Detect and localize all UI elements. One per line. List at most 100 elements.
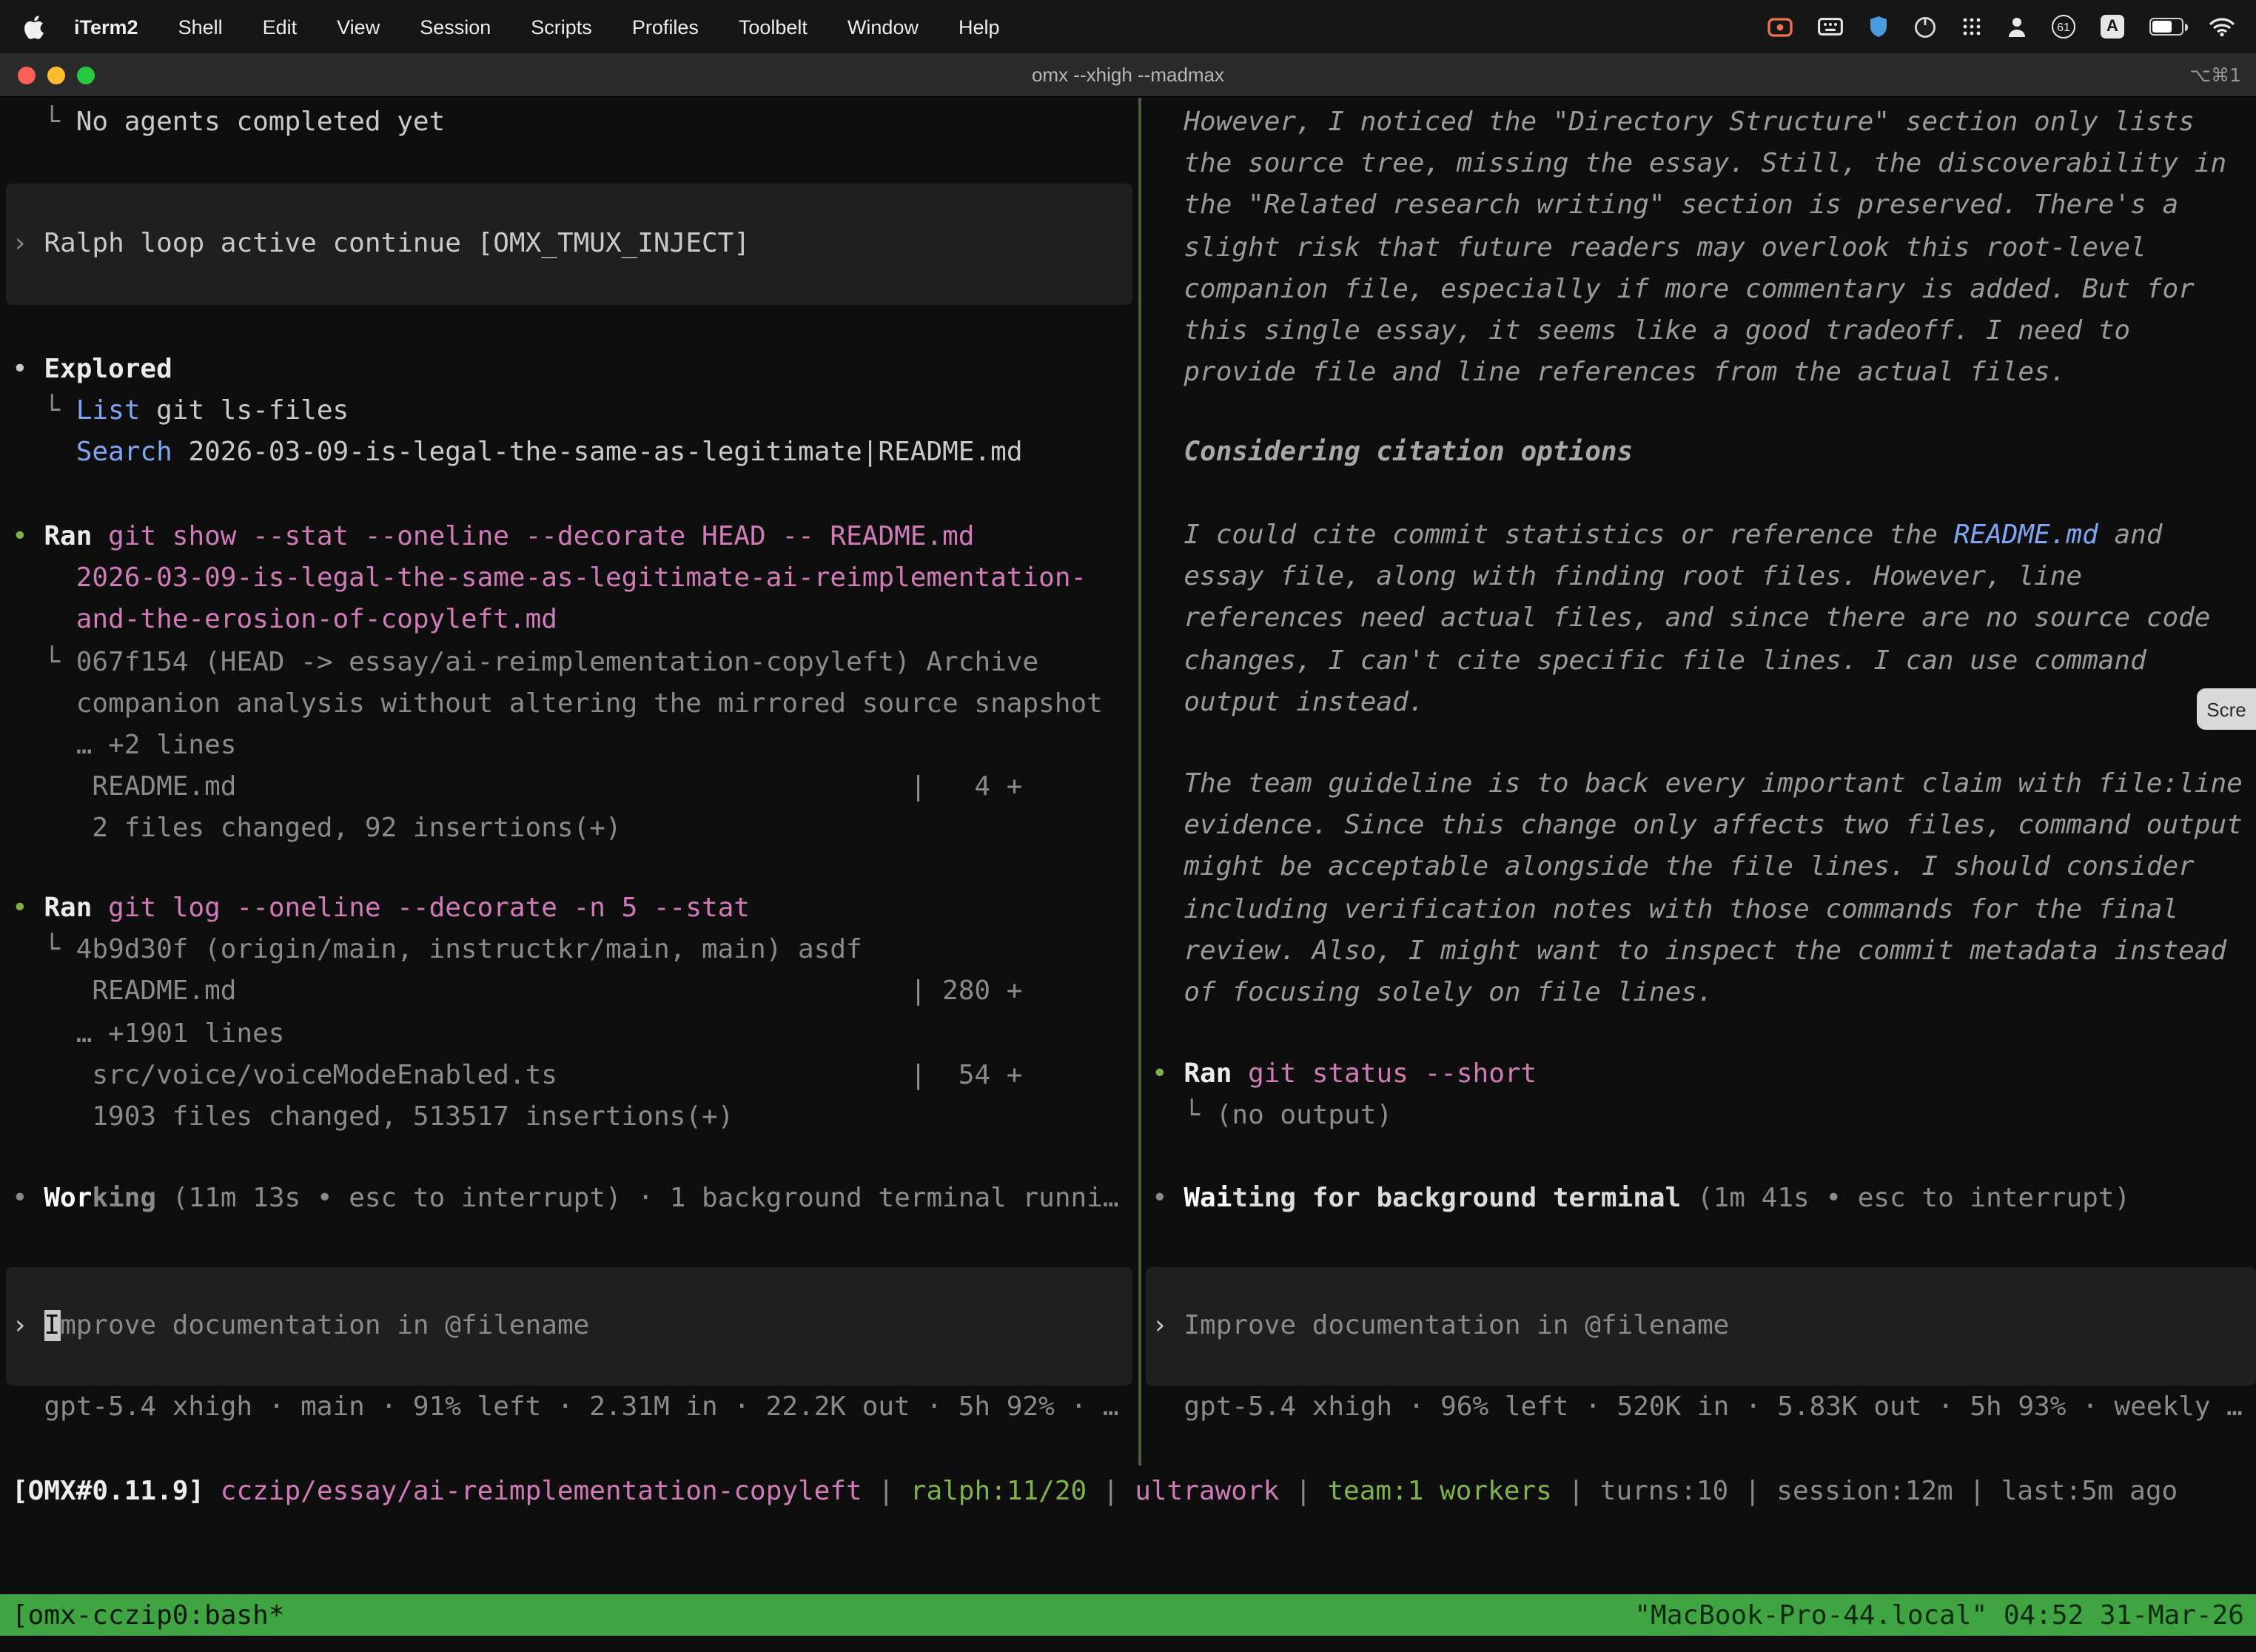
terminal-line: Search 2026-03-09-is-legal-the-same-as-l… (12, 433, 1131, 474)
terminal-line: … +2 lines (12, 725, 1131, 767)
menu-item-edit[interactable]: Edit (263, 16, 298, 38)
prompt-input[interactable]: › Improve documentation in @filename (1146, 1267, 2256, 1386)
explored-block: • Explored └ List git ls-files Search 20… (12, 349, 1131, 474)
terminal-line: └ No agents completed yet (12, 102, 1131, 144)
git-show-block: • Ran git show --stat --oneline --decora… (12, 517, 1131, 850)
traffic-lights (18, 66, 95, 84)
menu-item-view[interactable]: View (337, 16, 380, 38)
terminal-line: output instead. (1152, 682, 2256, 724)
terminal-line: might be acceptable alongside the file l… (1152, 847, 2256, 889)
agents-status-line: └ No agents completed yet (12, 102, 1131, 144)
menu-item-window[interactable]: Window (847, 16, 919, 38)
knob-icon[interactable] (1914, 16, 1936, 38)
screen-recording-icon[interactable] (1767, 17, 1793, 36)
gauge-icon[interactable]: 61 (2052, 15, 2075, 38)
menu-item-shell[interactable]: Shell (178, 16, 223, 38)
menu-item-scripts[interactable]: Scripts (531, 16, 592, 38)
prompt-input[interactable]: › Improve documentation in @filename (6, 1267, 1132, 1386)
terminal-line: essay file, along with finding root file… (1152, 557, 2256, 598)
terminal-line: README.md | 280 + (12, 972, 1131, 1013)
keyboard-icon[interactable] (1818, 18, 1843, 36)
terminal-line: However, I noticed the "Directory Struct… (1152, 102, 2256, 144)
wifi-icon[interactable] (2209, 17, 2235, 36)
menu-item-session[interactable]: Session (420, 16, 491, 38)
omx-status-line: [OMX#0.11.9] cczip/essay/ai-reimplementa… (12, 1471, 2250, 1513)
terminal-line: └ 067f154 (HEAD -> essay/ai-reimplementa… (12, 642, 1131, 683)
terminal-line: 2026-03-09-is-legal-the-same-as-legitima… (12, 558, 1131, 600)
battery-icon[interactable] (2149, 19, 2183, 36)
terminal-line: › Improve documentation in @filename (1152, 1306, 2256, 1347)
terminal-line: └ (no output) (1152, 1095, 2256, 1137)
terminal-line: the source tree, missing the essay. Stil… (1152, 144, 2256, 185)
waiting-status-line: • Waiting for background terminal (1m 41… (1152, 1178, 2256, 1220)
terminal-line: companion file, especially if more comme… (1152, 269, 2256, 311)
terminal-line: gpt-5.4 xhigh · 96% left · 520K in · 5.8… (1152, 1387, 2256, 1428)
close-button[interactable] (18, 66, 36, 84)
window-shortcut-badge: ⌥⌘1 (2189, 64, 2241, 86)
terminal-line: • Ran git log --oneline --decorate -n 5 … (12, 888, 1131, 930)
terminal-line: • Ran git show --stat --oneline --decora… (12, 517, 1131, 558)
menu-item-help[interactable]: Help (959, 16, 1000, 38)
session-status-line: gpt-5.4 xhigh · 96% left · 520K in · 5.8… (1152, 1387, 2256, 1428)
tmux-host-clock: "MacBook-Pro-44.local" 04:52 31-Mar-26 (1634, 1599, 2244, 1631)
thinking-paragraph: I could cite commit statistics or refere… (1152, 515, 2256, 724)
working-status-line: • Working (11m 13s • esc to interrupt) ·… (12, 1178, 1131, 1220)
menu-item-iterm2[interactable]: iTerm2 (74, 16, 138, 38)
terminal-line: including verification notes with those … (1152, 889, 2256, 930)
shield-icon[interactable] (1868, 15, 1889, 38)
terminal-line: this single essay, it seems like a good … (1152, 311, 2256, 352)
terminal-line: └ List git ls-files (12, 391, 1131, 432)
terminal-line: … +1901 lines (12, 1013, 1131, 1055)
terminal-line: • Ran git status --short (1152, 1054, 2256, 1095)
zoom-button[interactable] (77, 66, 95, 84)
thinking-paragraph: However, I noticed the "Directory Struct… (1152, 102, 2256, 394)
terminal-line: • Explored (12, 349, 1131, 391)
terminal-line: • Working (11m 13s • esc to interrupt) ·… (12, 1178, 1131, 1220)
terminal-line: companion analysis without altering the … (12, 684, 1131, 725)
session-status-line: gpt-5.4 xhigh · main · 91% left · 2.31M … (12, 1387, 1131, 1428)
menu-bar-status-icons: 61 A (1767, 15, 2256, 38)
screen: iTerm2 Shell Edit View Session Scripts P… (0, 0, 2256, 1652)
terminal-line: references need actual files, and since … (1152, 599, 2256, 640)
window-titlebar[interactable]: omx --xhigh --madmax ⌥⌘1 (0, 53, 2256, 98)
screen-share-edge-button[interactable]: Scre (2197, 688, 2256, 730)
terminal-line: › Ralph loop active continue [OMX_TMUX_I… (12, 224, 1132, 265)
person-icon[interactable] (2007, 16, 2027, 38)
apple-menu-icon[interactable] (24, 14, 44, 39)
terminal-line: provide file and line references from th… (1152, 352, 2256, 394)
git-log-block: • Ran git log --oneline --decorate -n 5 … (12, 888, 1131, 1138)
terminal-line: › Improve documentation in @filename (12, 1306, 1132, 1347)
gauge-value: 61 (2057, 20, 2070, 33)
terminal-line: gpt-5.4 xhigh · main · 91% left · 2.31M … (12, 1387, 1131, 1428)
thinking-paragraph: The team guideline is to back every impo… (1152, 764, 2256, 1014)
terminal-line: 1903 files changed, 513517 insertions(+) (12, 1097, 1131, 1138)
terminal-line: The team guideline is to back every impo… (1152, 764, 2256, 805)
left-pane[interactable]: └ No agents completed yet › Ralph loop a… (0, 98, 1138, 1465)
terminal-line: src/voice/voiceModeEnabled.ts | 54 + (12, 1055, 1131, 1097)
right-pane[interactable]: However, I noticed the "Directory Struct… (1141, 98, 2256, 1465)
terminal-line: └ 4b9d30f (origin/main, instructkr/main,… (12, 930, 1131, 971)
terminal-line: 2 files changed, 92 insertions(+) (12, 809, 1131, 850)
terminal-line: Considering citation options (1152, 432, 2256, 474)
tmux-session-label: [omx-cczip0:bash* (12, 1599, 284, 1631)
dots-grid-icon[interactable] (1961, 16, 1982, 37)
terminal-line: slight risk that future readers may over… (1152, 227, 2256, 269)
menu-bar: iTerm2 Shell Edit View Session Scripts P… (0, 0, 2256, 53)
tmux-status-bar[interactable]: [omx-cczip0:bash* "MacBook-Pro-44.local"… (0, 1594, 2256, 1636)
terminal-line: changes, I can't cite specific file line… (1152, 640, 2256, 682)
window-title: omx --xhigh --madmax (0, 64, 2256, 86)
thinking-heading: Considering citation options (1152, 432, 2256, 474)
menu-items: iTerm2 Shell Edit View Session Scripts P… (74, 16, 1000, 38)
battery-nub (2184, 24, 2188, 32)
battery-fill (2152, 21, 2171, 33)
menu-item-toolbelt[interactable]: Toolbelt (739, 16, 808, 38)
terminal-line: I could cite commit statistics or refere… (1152, 515, 2256, 557)
terminal-line: [OMX#0.11.9] cczip/essay/ai-reimplementa… (12, 1471, 2250, 1513)
minimize-button[interactable] (47, 66, 65, 84)
ralph-loop-banner: › Ralph loop active continue [OMX_TMUX_I… (6, 184, 1132, 305)
terminal-line: • Waiting for background terminal (1m 41… (1152, 1178, 2256, 1220)
terminal-line: evidence. Since this change only affects… (1152, 805, 2256, 847)
terminal-line: and-the-erosion-of-copyleft.md (12, 600, 1131, 642)
menu-item-profiles[interactable]: Profiles (632, 16, 699, 38)
input-source-icon[interactable]: A (2101, 15, 2124, 38)
